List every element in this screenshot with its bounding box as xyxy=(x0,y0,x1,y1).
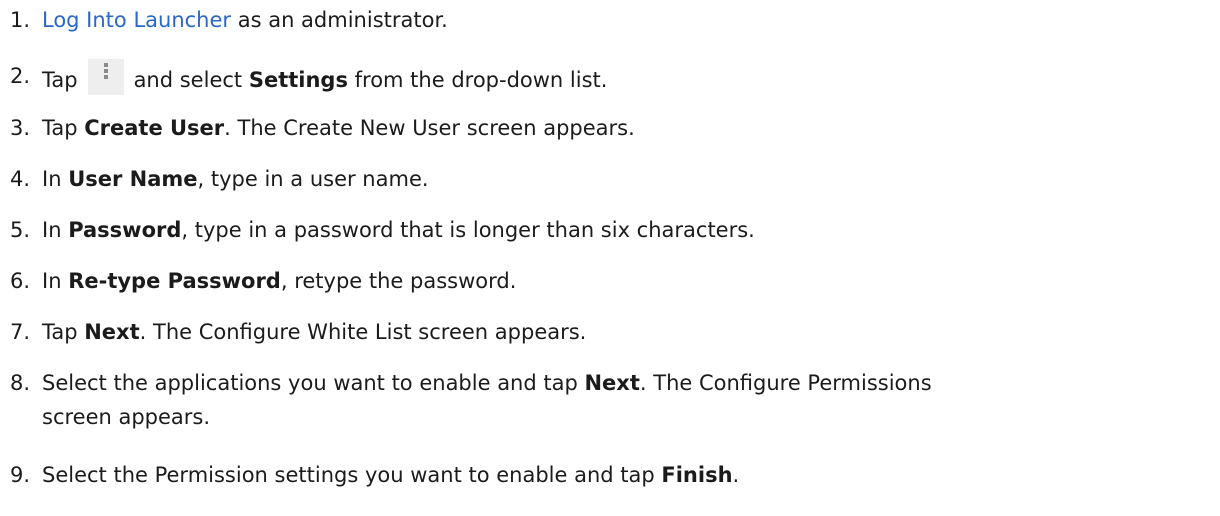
step-text: In xyxy=(42,269,69,293)
settings-label: Settings xyxy=(248,68,348,92)
next-label: Next xyxy=(584,371,640,395)
create-user-label: Create User xyxy=(84,116,225,140)
instruction-list: 1. Log Into Launcher as an administrator… xyxy=(0,0,1220,516)
step-text: , type in a user name. xyxy=(197,167,429,191)
overflow-menu-icon xyxy=(87,59,124,95)
step-text: as an administrator. xyxy=(231,8,448,32)
log-into-launcher-link[interactable]: Log Into Launcher xyxy=(42,8,231,32)
step-text: , type in a password that is longer than… xyxy=(181,218,755,242)
step-8-continuation: screen appears. xyxy=(42,405,211,429)
step-text: from the drop-down list. xyxy=(347,68,608,92)
step-number: 1. xyxy=(10,8,31,32)
step-text: . xyxy=(732,463,740,487)
password-label: Password xyxy=(68,218,182,242)
step-text: Select the applications you want to enab… xyxy=(42,371,585,395)
step-number: 8. xyxy=(10,371,31,395)
step-number: 4. xyxy=(10,167,31,191)
step-text: and select xyxy=(133,68,249,92)
next-label: Next xyxy=(84,320,140,344)
step-number: 9. xyxy=(10,463,31,487)
step-text: In xyxy=(42,167,69,191)
user-name-label: User Name xyxy=(68,167,198,191)
step-text: Tap xyxy=(42,68,78,92)
step-number: 3. xyxy=(10,116,31,140)
step-number: 6. xyxy=(10,269,31,293)
step-text: Tap xyxy=(42,116,85,140)
retype-password-label: Re-type Password xyxy=(68,269,281,293)
step-number: 5. xyxy=(10,218,31,242)
step-text: Tap xyxy=(42,320,85,344)
finish-label: Finish xyxy=(661,463,733,487)
step-text: . The Configure White List screen appear… xyxy=(139,320,587,344)
step-text: In xyxy=(42,218,69,242)
step-text: , retype the password. xyxy=(280,269,517,293)
step-text: Select the Permission settings you want … xyxy=(42,463,662,487)
step-text: . The Create New User screen appears. xyxy=(224,116,635,140)
step-text: . The Configure Permissions xyxy=(639,371,932,395)
step-number: 2. xyxy=(10,64,31,88)
step-number: 7. xyxy=(10,320,31,344)
